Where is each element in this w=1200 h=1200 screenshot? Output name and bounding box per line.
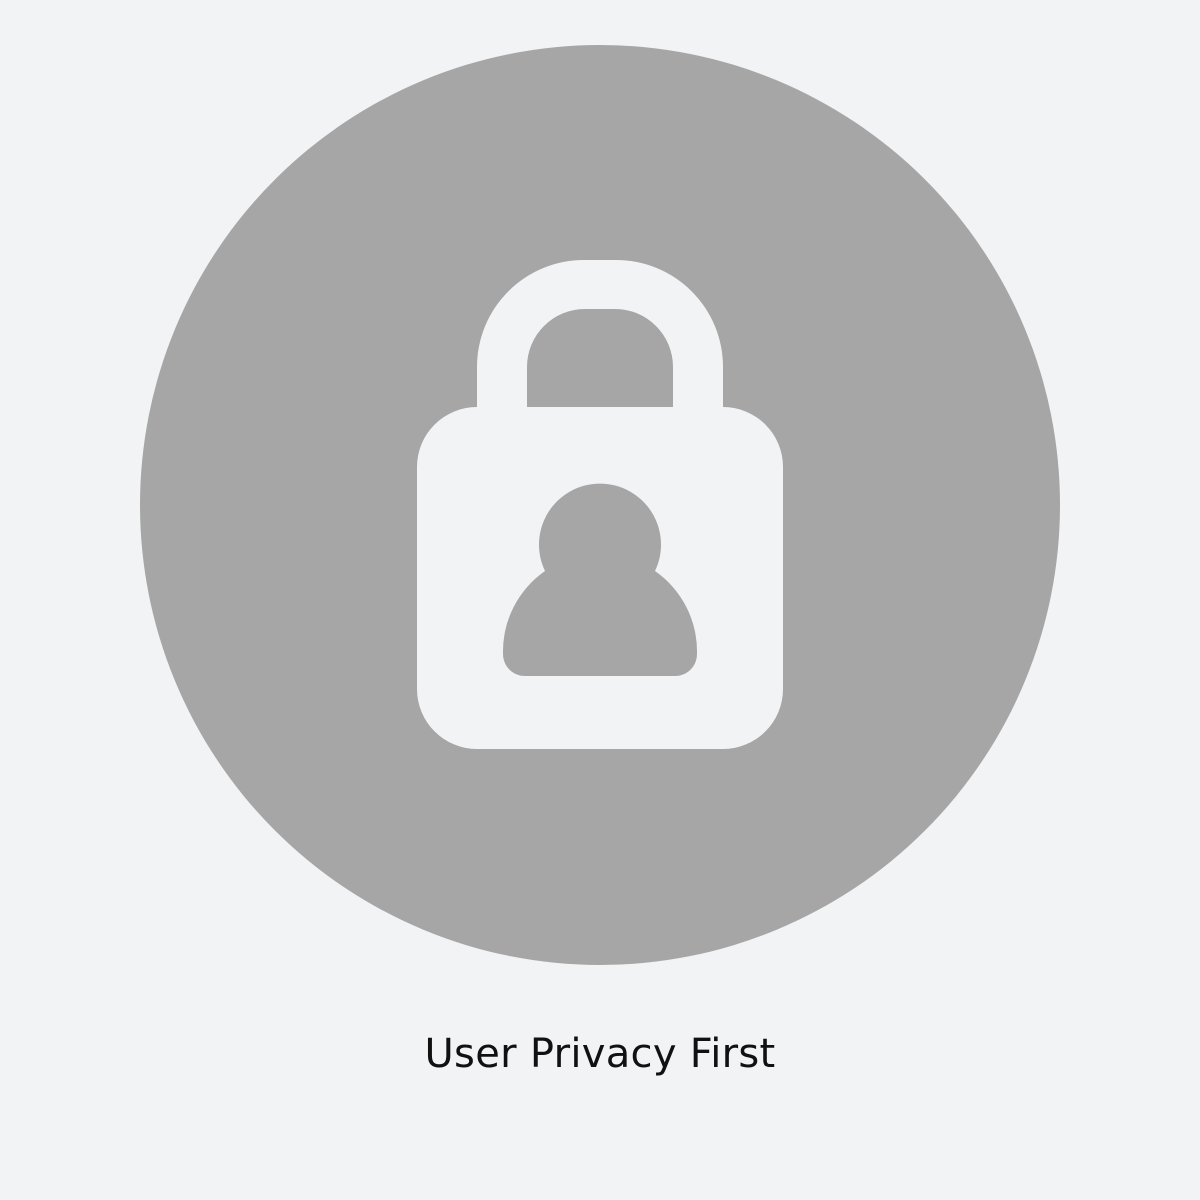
user-privacy-lock-icon <box>140 45 1060 965</box>
lock-badge <box>140 45 1060 965</box>
badge-circle <box>140 45 1060 965</box>
privacy-graphic: User Privacy First <box>0 0 1200 1200</box>
caption-text: User Privacy First <box>424 1031 776 1077</box>
